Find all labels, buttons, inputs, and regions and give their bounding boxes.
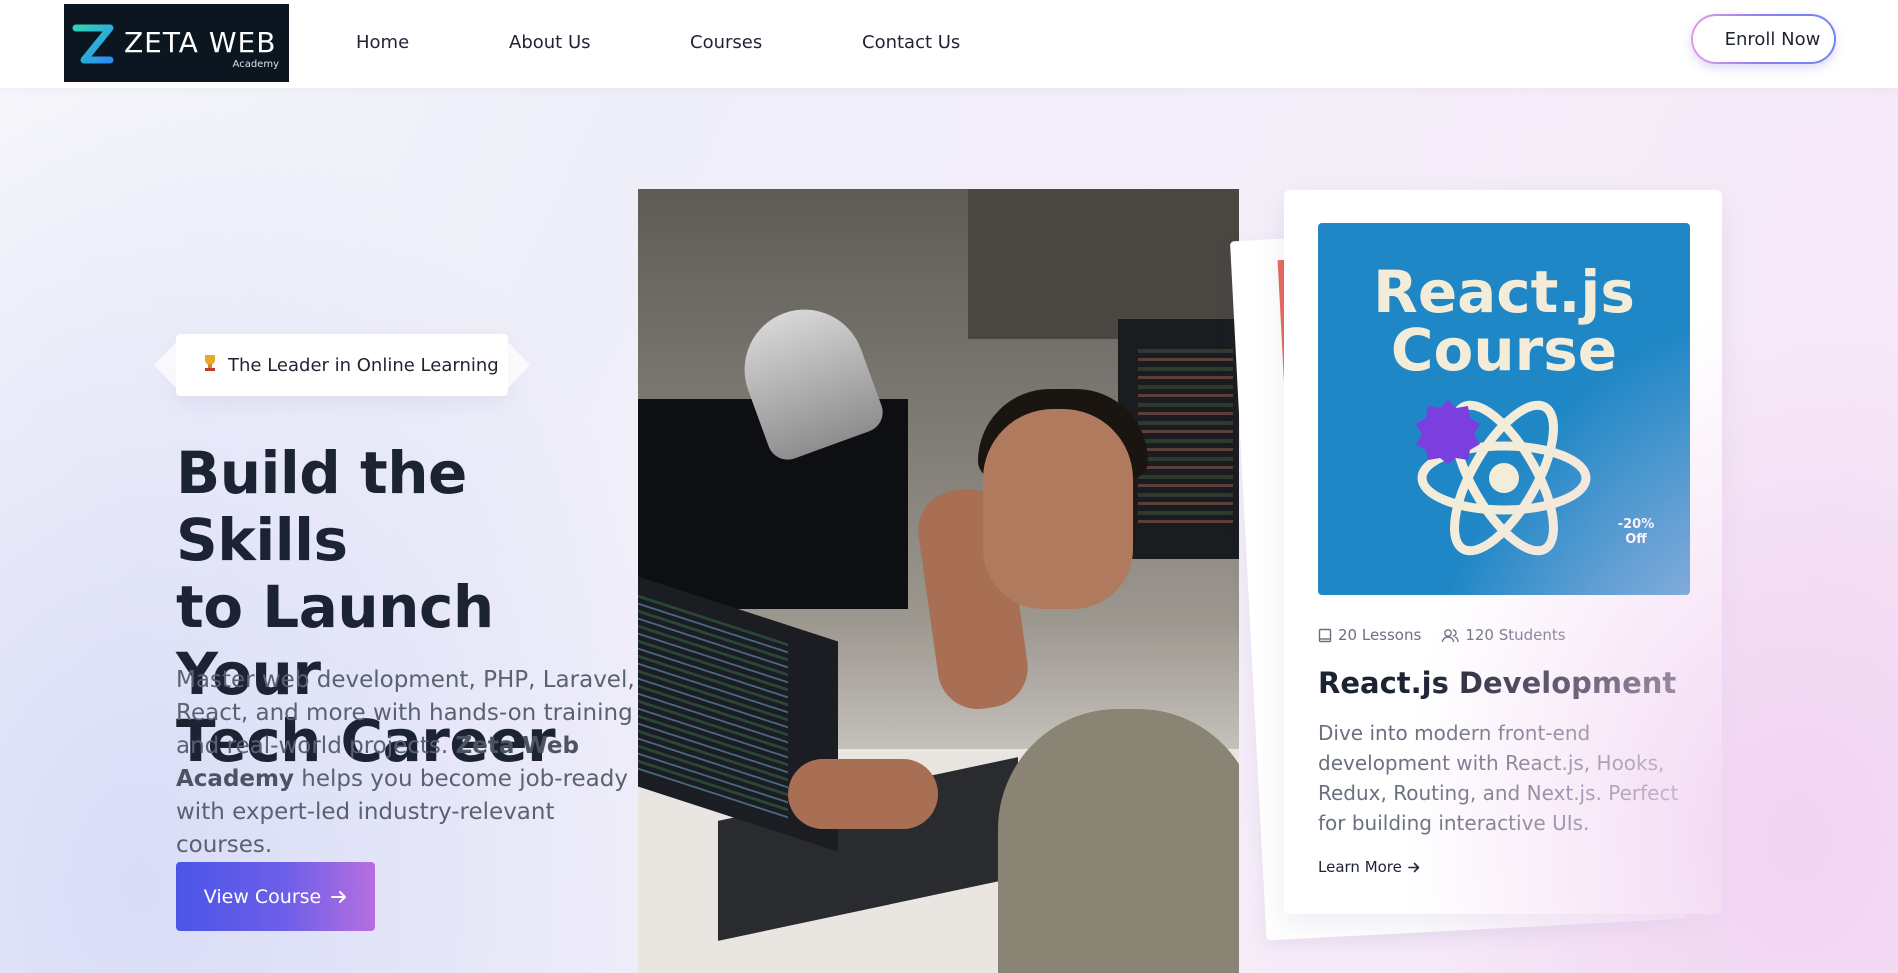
discount-badge-icon	[1416, 400, 1480, 464]
thumbnail-line-1: React.js	[1373, 258, 1635, 326]
students-count: 120 Students	[1441, 626, 1566, 644]
trophy-icon	[202, 354, 218, 377]
learn-more-label: Learn More	[1318, 858, 1402, 876]
lessons-count: 20 Lessons	[1318, 626, 1421, 644]
course-title[interactable]: React.js Development	[1318, 666, 1676, 700]
nav-courses[interactable]: Courses	[690, 32, 762, 53]
leader-badge: The Leader in Online Learning	[154, 334, 530, 396]
hero-description: Master web development, PHP, Laravel, Re…	[176, 664, 656, 862]
course-description: Dive into modern front-end development w…	[1318, 721, 1679, 835]
badge-text: The Leader in Online Learning	[228, 354, 499, 376]
learn-more-link[interactable]: Learn More	[1318, 858, 1420, 876]
course-card[interactable]: React.js Course -20% Off 20 Lessons 120 …	[1284, 190, 1722, 914]
arrow-right-icon	[1408, 862, 1420, 872]
view-course-label: View Course	[203, 885, 322, 908]
headline-line-1: Build the Skills	[176, 439, 467, 574]
view-course-button[interactable]: View Course	[176, 862, 375, 931]
discount-line-2: Off	[1625, 532, 1647, 547]
lessons-text: 20 Lessons	[1338, 626, 1422, 644]
course-meta: 20 Lessons 120 Students	[1318, 626, 1566, 644]
enroll-now-button[interactable]: Enroll Now	[1691, 14, 1836, 64]
users-icon	[1442, 628, 1460, 642]
nav-home[interactable]: Home	[356, 32, 409, 53]
discount-line-1: -20%	[1617, 517, 1655, 532]
site-logo[interactable]: ZETA WEB Academy	[64, 4, 289, 82]
site-header: ZETA WEB Academy Home About Us Courses C…	[0, 0, 1898, 88]
nav-contact-us[interactable]: Contact Us	[862, 32, 960, 53]
students-text: 120 Students	[1465, 626, 1566, 644]
nav-about-us[interactable]: About Us	[509, 32, 591, 53]
thumbnail-title: React.js Course	[1318, 263, 1690, 379]
arrow-right-icon	[331, 890, 347, 903]
logo-subtext: Academy	[232, 59, 279, 70]
course-thumbnail[interactable]: React.js Course -20% Off	[1318, 223, 1690, 595]
hero-photo	[638, 189, 1239, 973]
logo-text: ZETA WEB	[124, 26, 277, 59]
thumbnail-line-2: Course	[1390, 316, 1618, 384]
zeta-logo-icon	[72, 24, 114, 64]
book-icon	[1318, 628, 1332, 642]
discount-badge-text: -20% Off	[1602, 517, 1670, 547]
